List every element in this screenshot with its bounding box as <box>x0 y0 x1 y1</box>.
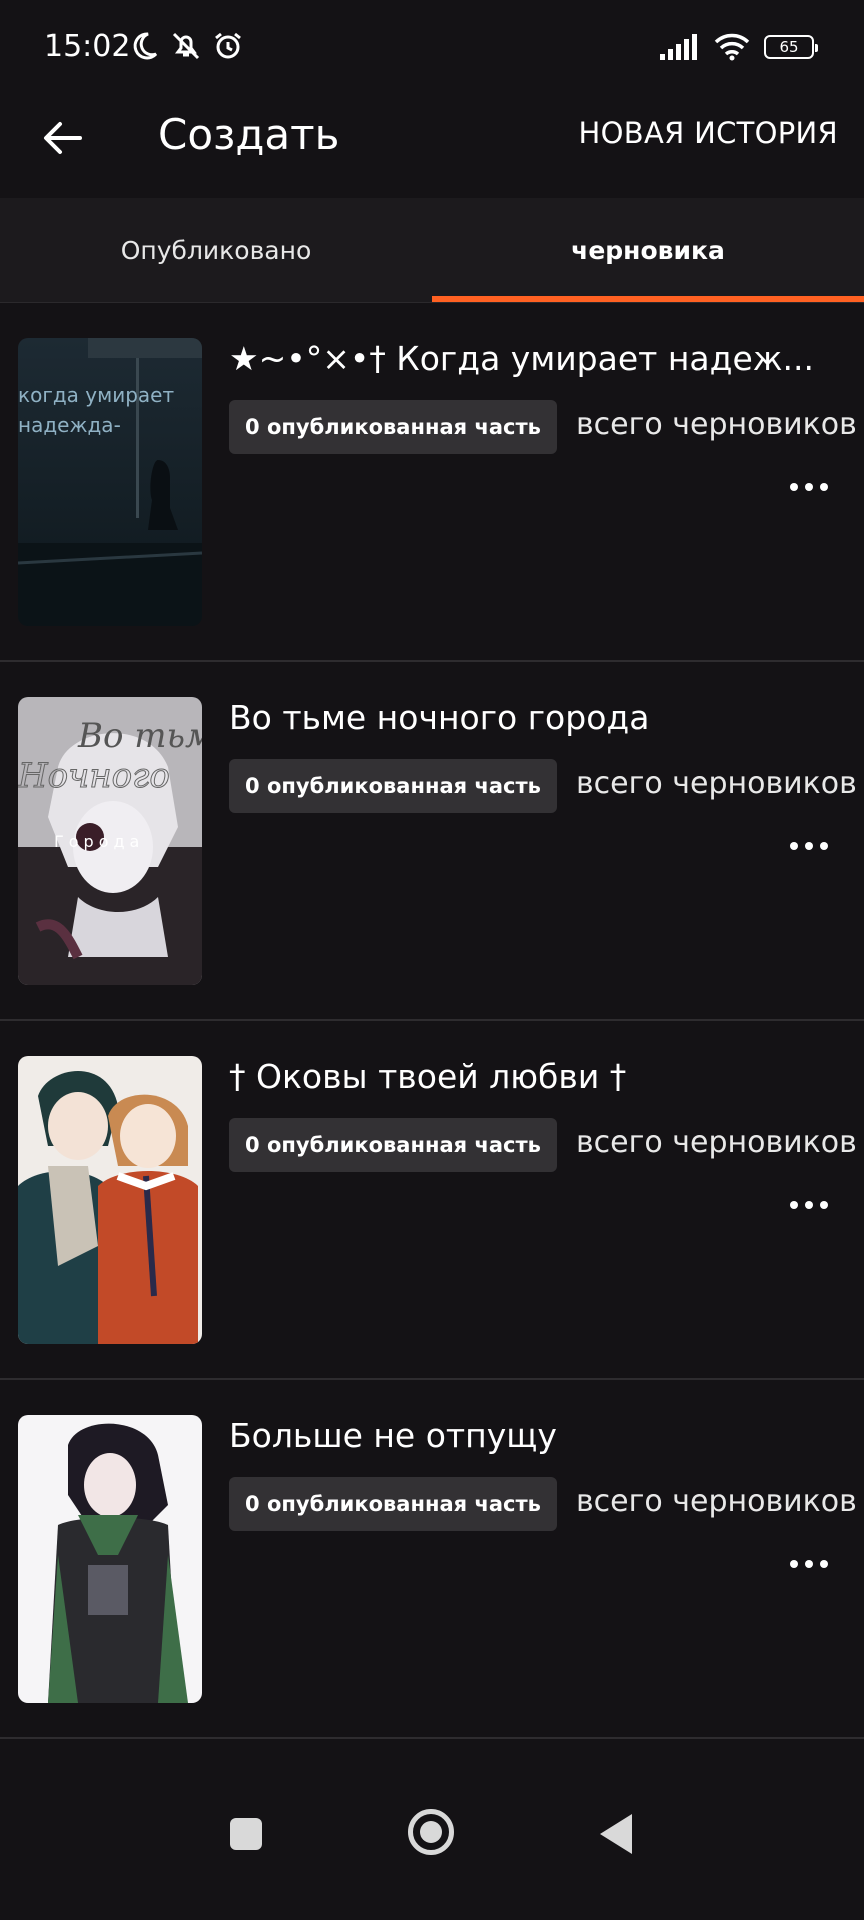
drafts-count: всего черновиков <box>576 1484 857 1519</box>
published-parts-badge: 0 опубликованная часть <box>229 400 557 454</box>
story-cover[interactable]: Во тьме Ночного Города <box>18 697 202 985</box>
cover-image <box>18 1415 202 1703</box>
story-item[interactable]: когда умирает надежда- ★~•°×•† Когда уми… <box>0 303 864 662</box>
moon-icon <box>133 32 158 60</box>
drafts-count: всего черновиков <box>576 766 857 801</box>
home-button[interactable] <box>408 1809 454 1855</box>
drafts-count: всего черновиков <box>576 407 857 442</box>
story-title[interactable]: Во тьме ночного города <box>229 698 849 737</box>
cover-image: Во тьме Ночного Города <box>18 697 202 985</box>
system-nav-bar <box>0 1800 864 1870</box>
cover-subtitle: надежда- <box>18 413 121 437</box>
drafts-count: всего черновиков <box>576 1125 857 1160</box>
more-options-button[interactable] <box>784 1187 834 1223</box>
arrow-left-icon <box>44 122 82 154</box>
system-back-button[interactable] <box>600 1814 632 1854</box>
recent-apps-button[interactable] <box>230 1818 262 1850</box>
story-item[interactable]: † Оковы твоей любви † 0 опубликованная ч… <box>0 1021 864 1380</box>
cover-image <box>18 1056 202 1344</box>
page-title: Создать <box>158 110 340 159</box>
published-parts-badge: 0 опубликованная часть <box>229 1118 557 1172</box>
cover-subtitle: Ночного <box>18 756 170 796</box>
back-button[interactable] <box>40 116 84 160</box>
cover-subtitle: Города <box>54 832 144 851</box>
status-icons-right: 65 <box>660 33 818 61</box>
app-bar: Создать НОВАЯ ИСТОРИЯ <box>0 98 864 198</box>
story-title[interactable]: Больше не отпущу <box>229 1416 849 1455</box>
cover-image: когда умирает надежда- <box>18 338 202 626</box>
new-story-button[interactable]: НОВАЯ ИСТОРИЯ <box>579 116 838 150</box>
screen: 15:02 65 Создать НОВАЯ ИСТОРИЯ Опубликов… <box>0 0 864 1920</box>
story-cover[interactable] <box>18 1415 202 1703</box>
published-parts-badge: 0 опубликованная часть <box>229 759 557 813</box>
status-time: 15:02 <box>44 29 131 64</box>
bell-off-icon <box>172 32 200 60</box>
published-parts-badge: 0 опубликованная часть <box>229 1477 557 1531</box>
more-options-button[interactable] <box>784 469 834 505</box>
tab-bar: Опубликовано черновика <box>0 198 864 302</box>
battery-level: 65 <box>779 38 799 56</box>
story-item[interactable]: Больше не отпущу 0 опубликованная часть … <box>0 1380 864 1739</box>
story-cover[interactable]: когда умирает надежда- <box>18 338 202 626</box>
signal-icon <box>660 34 697 60</box>
story-title[interactable]: ★~•°×•† Когда умирает надеж... <box>229 339 849 378</box>
alarm-icon <box>215 32 241 59</box>
cover-title: когда умирает <box>18 383 174 407</box>
tab-drafts[interactable]: черновика <box>432 198 864 302</box>
wifi-icon <box>714 33 750 61</box>
tab-published[interactable]: Опубликовано <box>0 198 432 302</box>
more-options-button[interactable] <box>784 828 834 864</box>
battery-icon: 65 <box>764 35 818 59</box>
story-cover[interactable] <box>18 1056 202 1344</box>
story-item[interactable]: Во тьме Ночного Города Во тьме ночного г… <box>0 662 864 1021</box>
status-icons-left <box>128 30 244 62</box>
status-bar: 15:02 65 <box>0 0 864 98</box>
more-options-button[interactable] <box>784 1546 834 1582</box>
cover-title: Во тьме <box>77 716 202 756</box>
story-title[interactable]: † Оковы твоей любви † <box>229 1057 849 1096</box>
